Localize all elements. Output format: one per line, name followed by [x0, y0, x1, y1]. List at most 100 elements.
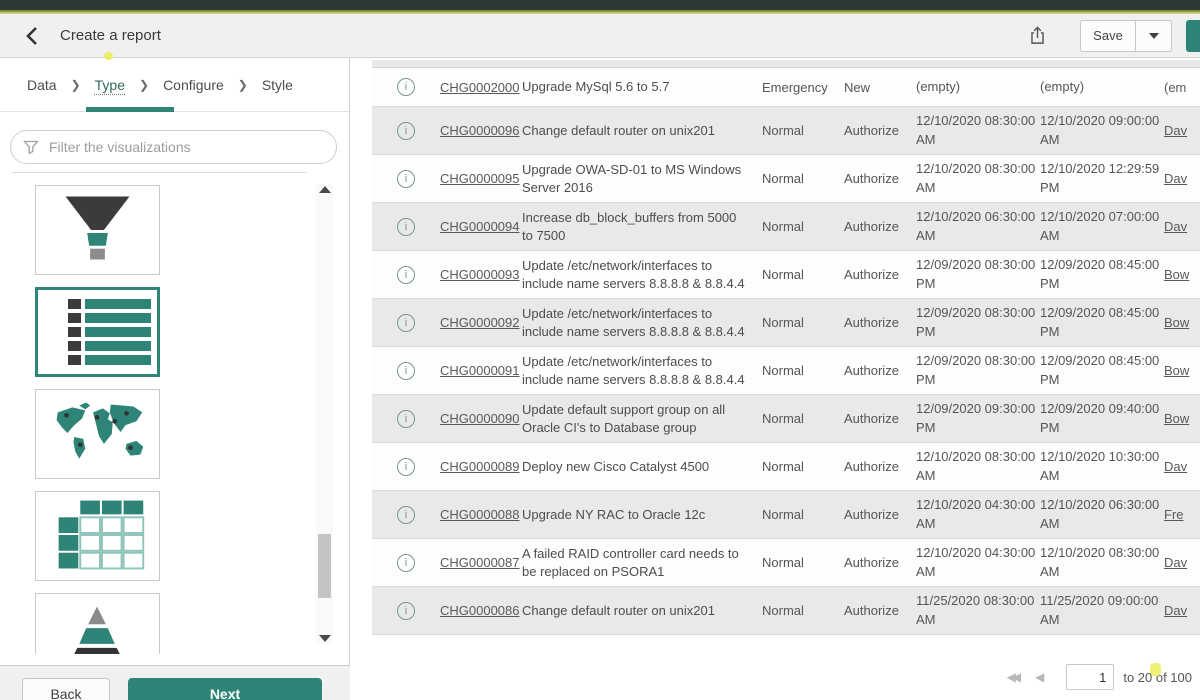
scroll-down-arrow-icon[interactable]	[319, 635, 331, 642]
active-step-indicator	[86, 107, 174, 112]
assigned-to-link[interactable]: Dav	[1164, 555, 1200, 570]
viz-pyramid-thumbnail[interactable]	[35, 593, 160, 654]
end-date-line2: AM	[1040, 131, 1164, 149]
table-row: i CHG0000095 Upgrade OWA-SD-01 to MS Win…	[372, 155, 1200, 203]
chevron-right-icon: ❯	[139, 78, 149, 92]
start-date-line1: 12/10/2020 04:30:00	[916, 496, 1040, 514]
assigned-to-link[interactable]: Dav	[1164, 171, 1200, 186]
change-number-link[interactable]: CHG0000086	[440, 603, 522, 618]
change-number-link[interactable]: CHG0000093	[440, 267, 522, 282]
info-icon[interactable]: i	[397, 362, 415, 380]
change-number-link[interactable]: CHG0000092	[440, 315, 522, 330]
assigned-to-link[interactable]: Fre	[1164, 507, 1200, 522]
priority-cell: Normal	[762, 363, 844, 378]
start-date-line1: 12/09/2020 08:30:00	[916, 256, 1040, 274]
short-description-cell: Update /etc/network/interfaces to includ…	[522, 257, 762, 292]
first-page-button[interactable]: ◀◀	[1007, 670, 1021, 684]
info-icon[interactable]: i	[397, 78, 415, 96]
step-configure[interactable]: Configure	[163, 77, 224, 93]
cursor-highlight-artifact	[1150, 663, 1161, 676]
step-style[interactable]: Style	[262, 77, 293, 93]
end-date-line2: AM	[1040, 611, 1164, 629]
short-description-cell: Change default router on unix201	[522, 122, 762, 140]
end-date-line1: 12/10/2020 12:29:59	[1040, 160, 1164, 178]
info-icon[interactable]: i	[397, 506, 415, 524]
planned-end-date-cell: 12/10/2020 09:00:00 AM	[1040, 112, 1164, 148]
start-date-line2: PM	[916, 371, 1040, 389]
back-button[interactable]: Back	[22, 678, 110, 700]
previous-page-button[interactable]: ◀	[1035, 670, 1044, 684]
info-icon[interactable]: i	[397, 554, 415, 572]
assigned-to-link[interactable]: Bow	[1164, 411, 1200, 426]
assigned-to-link[interactable]: (em	[1164, 80, 1200, 95]
state-cell: Authorize	[844, 507, 916, 522]
visualization-filter	[10, 130, 337, 164]
info-icon[interactable]: i	[397, 410, 415, 428]
funnel-chart-icon	[36, 186, 159, 274]
next-button[interactable]: Next	[128, 678, 322, 700]
share-button[interactable]	[1026, 24, 1048, 48]
viz-list-thumbnail[interactable]	[35, 287, 160, 377]
start-date-line1: 12/09/2020 09:30:00	[916, 400, 1040, 418]
save-dropdown-button[interactable]	[1136, 20, 1172, 52]
filter-visualizations-input[interactable]	[49, 139, 324, 155]
change-number-link[interactable]: CHG0000096	[440, 123, 522, 138]
assigned-to-link[interactable]: Dav	[1164, 219, 1200, 234]
planned-end-date-cell: 12/10/2020 07:00:00 AM	[1040, 208, 1164, 244]
share-export-icon	[1029, 25, 1046, 46]
info-icon[interactable]: i	[397, 218, 415, 236]
planned-start-date-cell: 12/09/2020 08:30:00 PM	[916, 352, 1040, 388]
change-number-link[interactable]: CHG0000095	[440, 171, 522, 186]
scroll-up-arrow-icon[interactable]	[319, 186, 331, 193]
planned-end-date-cell: 12/10/2020 08:30:00 AM	[1040, 544, 1164, 580]
assigned-to-link[interactable]: Dav	[1164, 123, 1200, 138]
change-number-link[interactable]: CHG0000094	[440, 219, 522, 234]
page-number-input[interactable]	[1066, 664, 1114, 690]
short-description-cell: Update default support group on all Orac…	[522, 401, 762, 436]
short-description-cell: Upgrade OWA-SD-01 to MS Windows Server 2…	[522, 161, 762, 196]
info-icon[interactable]: i	[397, 602, 415, 620]
back-arrow-button[interactable]	[24, 23, 44, 49]
planned-end-date-cell: 12/09/2020 09:40:00 PM	[1040, 400, 1164, 436]
state-cell: Authorize	[844, 267, 916, 282]
assigned-to-link[interactable]: Dav	[1164, 459, 1200, 474]
info-icon[interactable]: i	[397, 314, 415, 332]
change-number-link[interactable]: CHG0000088	[440, 507, 522, 522]
planned-start-date-cell: 12/10/2020 06:30:00 AM	[916, 208, 1040, 244]
state-cell: Authorize	[844, 171, 916, 186]
assigned-to-link[interactable]: Dav	[1164, 603, 1200, 618]
assigned-to-link[interactable]: Bow	[1164, 267, 1200, 282]
viz-list-scrollbar[interactable]	[316, 184, 333, 644]
save-button[interactable]: Save	[1080, 20, 1136, 52]
change-number-link[interactable]: CHG0002000	[440, 80, 522, 95]
start-date-line2: PM	[916, 275, 1040, 293]
viz-map-thumbnail[interactable]	[35, 389, 160, 479]
planned-start-date-cell: 12/09/2020 08:30:00 PM	[916, 256, 1040, 292]
table-row: i CHG0000088 Upgrade NY RAC to Oracle 12…	[372, 491, 1200, 539]
clipped-primary-button[interactable]	[1186, 20, 1200, 52]
viz-funnel-thumbnail[interactable]	[35, 185, 160, 275]
change-number-link[interactable]: CHG0000087	[440, 555, 522, 570]
info-icon[interactable]: i	[397, 266, 415, 284]
change-request-table: i CHG0002000 Upgrade MySql 5.6 to 5.7 Em…	[372, 60, 1200, 635]
table-row: i CHG0002000 Upgrade MySql 5.6 to 5.7 Em…	[372, 68, 1200, 107]
scrollbar-thumb[interactable]	[318, 534, 331, 598]
planned-start-date-cell: (empty)	[916, 78, 1040, 96]
step-type[interactable]: Type	[95, 77, 125, 93]
chevron-right-icon: ❯	[71, 78, 81, 92]
priority-cell: Normal	[762, 123, 844, 138]
info-icon[interactable]: i	[397, 122, 415, 140]
viz-heatmap-thumbnail[interactable]	[35, 491, 160, 581]
change-number-link[interactable]: CHG0000089	[440, 459, 522, 474]
end-date-line1: 12/09/2020 08:45:00	[1040, 304, 1164, 322]
info-icon[interactable]: i	[397, 458, 415, 476]
info-icon[interactable]: i	[397, 170, 415, 188]
table-rows: i CHG0002000 Upgrade MySql 5.6 to 5.7 Em…	[372, 68, 1200, 635]
change-number-link[interactable]: CHG0000091	[440, 363, 522, 378]
assigned-to-link[interactable]: Bow	[1164, 315, 1200, 330]
step-data[interactable]: Data	[27, 77, 57, 93]
state-cell: New	[844, 80, 916, 95]
assigned-to-link[interactable]: Bow	[1164, 363, 1200, 378]
change-number-link[interactable]: CHG0000090	[440, 411, 522, 426]
end-date-line1: 12/09/2020 09:40:00	[1040, 400, 1164, 418]
